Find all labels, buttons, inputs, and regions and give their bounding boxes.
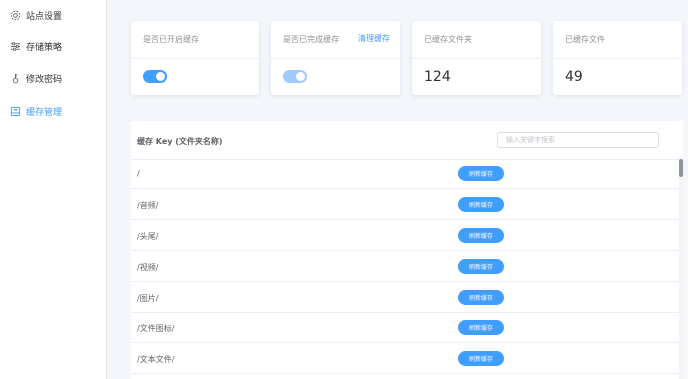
cache-key: /文本文件/ [137,355,175,364]
cache-key: /图片/ [137,294,159,303]
refresh-cache-button[interactable]: 刷新缓存 [458,166,504,181]
cache-key: /文件图标/ [137,324,175,333]
table-row: /视频/ 刷新缓存 [131,252,679,282]
table-row: / 刷新缓存 [131,159,679,189]
card-title: 是否已完成缓存 [283,35,339,44]
sidebar: 站点设置 存储策略 修改密码 缓存管理 [0,0,107,379]
table-row: /音频/ 刷新缓存 [131,190,679,220]
table-row: /图片/ 刷新缓存 [131,283,679,313]
gear-icon [9,9,21,21]
toggle-knob [296,72,305,81]
column-header-cache-key: 缓存 Key (文件夹名称) [137,137,223,146]
cached-files-card: 已缓存文件 49 [553,21,682,95]
card-header: 是否已开启缓存 [131,21,259,59]
refresh-cache-button[interactable]: 刷新缓存 [458,351,504,366]
sidebar-item-label: 缓存管理 [26,107,63,118]
table-row: /头尾/ 刷新缓存 [131,221,679,251]
scrollbar-thumb[interactable] [679,159,683,177]
cached-folders-count: 124 [424,69,451,85]
cache-icon [9,105,21,117]
cache-table: 缓存 Key (文件夹名称) / 刷新缓存 /音频/ 刷新缓存 /头尾/ 刷新缓… [131,121,683,379]
cached-files-count: 49 [565,69,583,85]
card-title: 已缓存文件 [565,35,605,44]
cached-folders-card: 已缓存文件夹 124 [412,21,541,95]
card-title: 已缓存文件夹 [424,35,472,44]
table-row: /文件图标/ 刷新缓存 [131,313,679,343]
card-header: 已缓存文件 [553,21,682,59]
cache-key: / [137,169,140,178]
refresh-cache-button[interactable]: 刷新缓存 [458,228,504,243]
cache-completed-toggle [283,70,307,83]
table-header: 缓存 Key (文件夹名称) [131,121,679,160]
cache-enabled-card: 是否已开启缓存 [131,21,259,95]
sidebar-item-cache-management[interactable]: 缓存管理 [0,100,106,122]
cache-key: /头尾/ [137,232,159,241]
sidebar-item-change-password[interactable]: 修改密码 [0,67,106,89]
refresh-cache-button[interactable]: 刷新缓存 [458,320,504,335]
cache-enabled-toggle[interactable] [143,70,167,83]
cache-key: /音频/ [137,201,159,210]
sliders-icon [9,40,21,52]
sidebar-item-site-settings[interactable]: 站点设置 [0,4,106,26]
sidebar-item-label: 修改密码 [26,74,63,85]
table-row: /文本文件/ 刷新缓存 [131,344,679,374]
cache-completed-card: 是否已完成缓存 清理缓存 [271,21,400,95]
table-scrollbar[interactable] [679,159,683,379]
sidebar-item-storage-policy[interactable]: 存储策略 [0,35,106,57]
card-title: 是否已开启缓存 [143,35,199,44]
refresh-cache-button[interactable]: 刷新缓存 [458,259,504,274]
clear-cache-link[interactable]: 清理缓存 [358,33,390,44]
toggle-knob [156,72,165,81]
refresh-cache-button[interactable]: 刷新缓存 [458,290,504,305]
search-input[interactable] [497,132,659,148]
cache-key: /视频/ [137,263,159,272]
card-header: 是否已完成缓存 清理缓存 [271,21,400,59]
refresh-cache-button[interactable]: 刷新缓存 [458,197,504,212]
card-header: 已缓存文件夹 [412,21,541,59]
sidebar-item-label: 存储策略 [26,42,63,53]
key-icon [9,72,21,84]
sidebar-item-label: 站点设置 [26,11,63,22]
